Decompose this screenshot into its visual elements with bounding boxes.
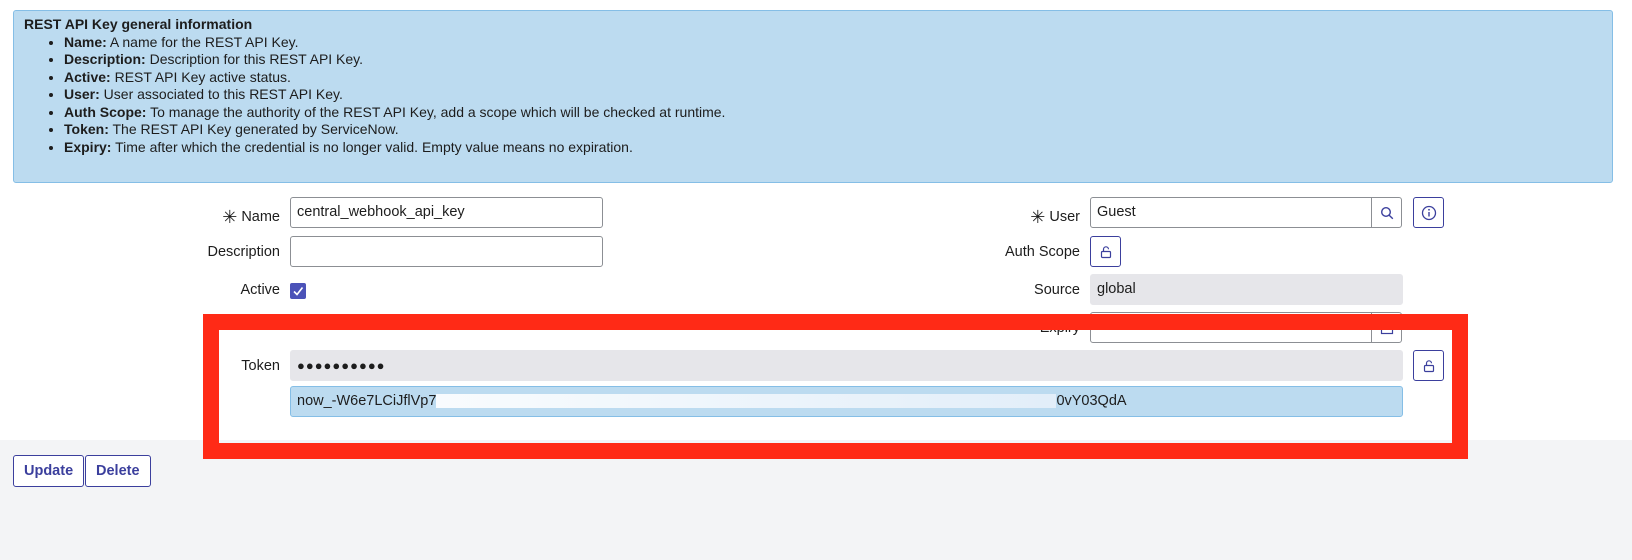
- token-unlock-button[interactable]: [1413, 350, 1444, 381]
- expiry-field[interactable]: [1090, 312, 1372, 343]
- expiry-calendar-button[interactable]: [1371, 312, 1402, 343]
- info-item-expiry: Expiry: Time after which the credential …: [64, 139, 1602, 157]
- token-value-field[interactable]: now_-W6e7LCiJflVp7 0vY03QdA: [290, 386, 1403, 417]
- check-icon: [293, 287, 304, 296]
- form-footer-area: [0, 440, 1632, 560]
- info-message-box: REST API Key general information Name: A…: [13, 10, 1613, 183]
- info-item-description: Description: Description for this REST A…: [64, 51, 1602, 69]
- unlock-icon: [1100, 245, 1111, 258]
- expiry-label: Expiry: [1039, 320, 1080, 336]
- description-field[interactable]: [290, 236, 603, 267]
- info-item-user: User: User associated to this REST API K…: [64, 86, 1602, 104]
- auth-scope-label: Auth Scope: [1005, 244, 1080, 260]
- user-lookup-button[interactable]: [1371, 197, 1402, 228]
- search-icon: [1380, 206, 1393, 219]
- token-redacted-segment: [436, 394, 1057, 409]
- name-label: ✳ Name: [222, 207, 280, 227]
- info-item-active: Active: REST API Key active status.: [64, 69, 1602, 87]
- active-label: Active: [240, 282, 281, 298]
- required-icon: ✳: [1030, 207, 1046, 227]
- required-icon: ✳: [222, 207, 238, 227]
- token-value-start: now_-W6e7LCiJflVp7: [297, 393, 437, 409]
- name-field[interactable]: central_webhook_api_key: [290, 197, 603, 228]
- info-item-token: Token: The REST API Key generated by Ser…: [64, 121, 1602, 139]
- info-item-auth-scope: Auth Scope: To manage the authority of t…: [64, 104, 1602, 122]
- token-masked-field[interactable]: ●●●●●●●●●●: [290, 350, 1403, 381]
- user-info-button[interactable]: [1413, 197, 1444, 228]
- user-field[interactable]: Guest: [1090, 197, 1372, 228]
- update-button[interactable]: Update: [13, 455, 85, 487]
- info-list: Name: A name for the REST API Key. Descr…: [24, 34, 1602, 157]
- info-title: REST API Key general information: [24, 16, 253, 32]
- source-field: global: [1090, 274, 1403, 305]
- unlock-icon: [1423, 359, 1434, 372]
- calendar-icon: [1380, 322, 1393, 334]
- delete-button[interactable]: Delete: [85, 455, 151, 487]
- source-label: Source: [1034, 282, 1080, 298]
- info-icon: [1421, 205, 1436, 220]
- token-value-end: 0vY03QdA: [1056, 393, 1127, 409]
- token-label: Token: [241, 358, 280, 374]
- active-checkbox[interactable]: [290, 283, 306, 299]
- auth-scope-unlock-button[interactable]: [1090, 236, 1121, 267]
- info-item-name: Name: A name for the REST API Key.: [64, 34, 1602, 52]
- description-label: Description: [207, 244, 280, 260]
- user-label: ✳ User: [1030, 207, 1080, 227]
